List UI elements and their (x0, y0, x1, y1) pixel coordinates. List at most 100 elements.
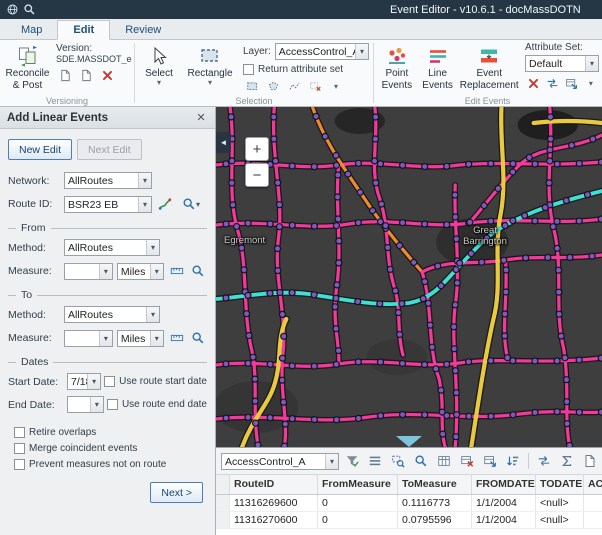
tab-map[interactable]: Map (6, 21, 57, 39)
end-date-input[interactable] (67, 396, 104, 413)
export-table-icon[interactable] (480, 451, 500, 471)
switch-event-icon[interactable] (544, 75, 560, 92)
layer-label: Layer: (243, 46, 271, 57)
measure-picker-icon[interactable] (168, 329, 186, 347)
add-linear-events-panel: Add Linear Events New Edit Next Edit Net… (0, 107, 216, 535)
page-icon[interactable] (580, 451, 600, 471)
merge-coincident-events-checkbox[interactable]: Merge coincident events (14, 443, 201, 454)
list-icon[interactable] (365, 451, 385, 471)
caret-down-icon (90, 397, 103, 412)
column-header-ac[interactable]: AC (584, 475, 602, 494)
group-selection: Select Rectangle Layer: AccessControl_A (135, 40, 373, 106)
to-method-dropdown[interactable]: AllRoutes (64, 306, 160, 323)
group-edit-events: Point Events Line Events Event Replaceme… (374, 40, 601, 106)
column-header-routeid[interactable]: RouteID (230, 475, 318, 494)
globe-icon[interactable] (4, 2, 21, 17)
network-dropdown[interactable]: AllRoutes (64, 172, 152, 189)
zoom-to-measure-icon[interactable] (189, 262, 207, 280)
to-units-dropdown[interactable]: Miles (117, 330, 164, 347)
select-line-icon[interactable] (285, 78, 303, 95)
filter-icon[interactable] (342, 451, 362, 471)
caret-down-icon (138, 173, 151, 188)
zoom-out-button[interactable]: − (245, 163, 269, 187)
zoom-to-route-icon[interactable] (178, 195, 204, 213)
refresh-version-icon[interactable] (77, 67, 95, 84)
reconcile-post-button[interactable]: Reconcile & Post (2, 42, 53, 94)
table-row[interactable]: 11316270600 0 0.0795596 1/1/2004 <null> (216, 512, 602, 529)
table-toolbar: AccessControl_A (216, 447, 602, 475)
select-tool-button[interactable]: Select (137, 42, 181, 89)
group-label-selection: Selection (135, 96, 373, 106)
caret-down-icon (150, 331, 163, 346)
next-button[interactable]: Next > (150, 482, 203, 503)
save-edits-icon[interactable] (56, 67, 74, 84)
select-polygon-icon[interactable] (264, 78, 282, 95)
select-route-icon[interactable] (156, 195, 174, 213)
collapse-panel-button[interactable]: ◄ (216, 132, 231, 153)
rectangle-tool-button[interactable]: Rectangle (181, 42, 239, 89)
table-row[interactable]: 11316269600 0 0.1116773 1/1/2004 <null> (216, 495, 602, 512)
rectangle-select-icon (199, 45, 221, 67)
ribbon-tabstrip: Map Edit Review (0, 19, 602, 40)
statistics-icon[interactable] (557, 451, 577, 471)
prevent-measures-checkbox[interactable]: Prevent measures not on route (14, 459, 201, 470)
clear-table-selection-icon[interactable] (457, 451, 477, 471)
column-header-todate[interactable]: TODATE (536, 475, 584, 494)
row-selector[interactable] (216, 512, 230, 528)
line-events-button[interactable]: Line Events (418, 42, 458, 94)
zoom-to-selection-icon[interactable] (388, 451, 408, 471)
from-measure-input[interactable] (64, 263, 113, 280)
start-date-input[interactable]: 7/18/ (67, 373, 101, 390)
close-icon[interactable] (194, 111, 208, 125)
event-replacement-button[interactable]: Event Replacement (457, 42, 521, 94)
measure-picker-icon[interactable] (168, 262, 186, 280)
new-edit-button[interactable]: New Edit (8, 139, 72, 160)
route-id-dropdown[interactable]: BSR23 EB (64, 196, 152, 213)
table-panel-toggle-icon[interactable]: ▼ (396, 436, 422, 447)
caret-down-icon (325, 454, 338, 469)
to-measure-input[interactable] (64, 330, 113, 347)
from-method-dropdown[interactable]: AllRoutes (64, 239, 160, 256)
table-layer-dropdown[interactable]: AccessControl_A (221, 453, 339, 470)
table-empty-area (216, 529, 602, 535)
cursor-icon (148, 45, 170, 67)
zoom-to-measure-icon[interactable] (189, 329, 207, 347)
use-route-end-date-checkbox[interactable]: Use route end date (107, 399, 207, 410)
return-attribute-set-checkbox[interactable]: Return attribute set (243, 64, 369, 75)
column-header-tomeasure[interactable]: ToMeasure (398, 475, 472, 494)
export-event-icon[interactable] (564, 75, 580, 92)
group-label-versioning: Versioning (0, 96, 134, 106)
tab-review[interactable]: Review (110, 21, 176, 39)
column-header-frommeasure[interactable]: FromMeasure (318, 475, 398, 494)
tab-edit[interactable]: Edit (57, 20, 110, 40)
row-selector[interactable] (216, 495, 230, 511)
map-view[interactable]: Egremont Great Barrington ◄ + − ▼ (216, 107, 602, 447)
use-route-start-date-checkbox[interactable]: Use route start date (104, 376, 207, 387)
attribute-table-icon[interactable] (434, 451, 454, 471)
checkbox (14, 443, 25, 454)
column-header-fromdate[interactable]: FROMDATE (472, 475, 536, 494)
layer-dropdown[interactable]: AccessControl_A (275, 43, 369, 60)
from-method-label: Method: (8, 242, 60, 254)
magnifier-icon[interactable] (21, 2, 38, 17)
select-rectangle-icon[interactable] (243, 78, 261, 95)
next-edit-button[interactable]: Next Edit (77, 139, 142, 160)
selection-options-caret-icon[interactable] (327, 78, 345, 95)
caret-down-icon (87, 374, 100, 389)
delete-event-icon[interactable] (525, 75, 541, 92)
attribute-set-dropdown[interactable]: Default (525, 55, 599, 72)
retire-overlaps-checkbox[interactable]: Retire overlaps (14, 427, 201, 438)
magnifier-icon[interactable] (411, 451, 431, 471)
clear-selection-icon[interactable] (306, 78, 324, 95)
caret-down-icon (146, 240, 159, 255)
event-tools-caret-icon[interactable] (583, 75, 599, 92)
zoom-in-button[interactable]: + (245, 137, 269, 161)
point-events-button[interactable]: Point Events (376, 42, 418, 94)
panel-title: Add Linear Events (7, 112, 194, 124)
switch-selection-icon[interactable] (534, 451, 554, 471)
to-section-label: To (16, 289, 37, 301)
sort-icon[interactable] (503, 451, 523, 471)
from-units-dropdown[interactable]: Miles (117, 263, 164, 280)
delete-version-icon[interactable] (98, 67, 116, 84)
row-selector-gutter (216, 475, 230, 494)
